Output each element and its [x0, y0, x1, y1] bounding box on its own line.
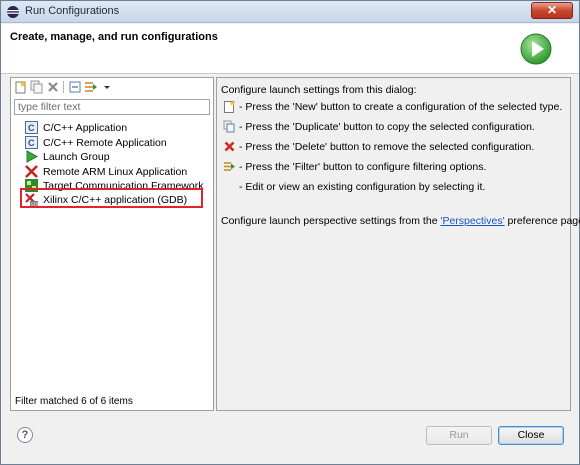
c-remote-icon: C — [25, 136, 38, 149]
filter-input[interactable] — [14, 99, 210, 115]
xilinx-arm-icon — [25, 165, 38, 178]
title-bar: Run Configurations ✕ — [1, 1, 579, 23]
hint-text: - Edit or view an existing configuration… — [239, 180, 486, 193]
new-config-icon[interactable] — [14, 80, 28, 94]
run-configurations-window: Run Configurations ✕ Create, manage, and… — [0, 0, 580, 465]
run-icon — [520, 33, 552, 65]
svg-text:C: C — [28, 138, 35, 148]
perspectives-suffix: preference page. — [504, 215, 580, 227]
duplicate-icon — [223, 120, 235, 133]
toolbar-separator — [63, 81, 64, 93]
hint-duplicate: - Press the 'Duplicate' button to copy t… — [223, 119, 535, 134]
tree-item-label: C/C++ Remote Application — [43, 136, 167, 149]
filter-icon[interactable] — [84, 80, 98, 94]
hint-new: - Press the 'New' button to create a con… — [223, 99, 562, 114]
tree-item-label: C/C++ Application — [43, 121, 128, 134]
perspectives-text: Configure launch perspective settings fr… — [221, 215, 580, 227]
eclipse-app-icon — [7, 6, 19, 18]
hint-edit: - Edit or view an existing configuration… — [223, 179, 485, 194]
intro-text: Configure launch settings from this dial… — [221, 84, 417, 96]
hint-filter: - Press the 'Filter' button to configure… — [223, 159, 486, 174]
blank-icon — [223, 180, 236, 193]
tree-item-label: Remote ARM Linux Application — [43, 165, 188, 178]
launch-group-icon — [26, 150, 38, 163]
dropdown-arrow-icon[interactable] — [100, 80, 114, 94]
configuration-list-panel: C C/C++ Application C C/C++ Remote Appli… — [10, 77, 214, 411]
hint-delete: - Press the 'Delete' button to remove th… — [223, 139, 534, 154]
tree-item-label: Launch Group — [43, 150, 110, 163]
delete-icon — [224, 141, 235, 152]
window-title: Run Configurations — [25, 5, 120, 17]
tree-item-c-application[interactable]: C C/C++ Application — [25, 120, 210, 135]
delete-icon[interactable] — [46, 80, 60, 94]
window-close-button[interactable]: ✕ — [531, 2, 573, 19]
close-button[interactable]: Close — [498, 426, 564, 445]
hint-text: - Press the 'Duplicate' button to copy t… — [239, 120, 535, 133]
tree-item-remote-arm-linux[interactable]: Remote ARM Linux Application — [25, 164, 210, 179]
perspectives-prefix: Configure launch perspective settings fr… — [221, 215, 441, 227]
new-icon — [224, 100, 236, 113]
svg-text:C: C — [28, 123, 35, 133]
perspectives-link[interactable]: 'Perspectives' — [440, 215, 504, 227]
tree-item-c-remote-application[interactable]: C C/C++ Remote Application — [25, 135, 210, 150]
c-app-icon: C — [25, 121, 38, 134]
hint-text: - Press the 'Filter' button to configure… — [239, 160, 487, 173]
highlight-annotation — [20, 188, 203, 208]
hint-text: - Press the 'New' button to create a con… — [239, 100, 563, 113]
collapse-all-icon[interactable] — [68, 80, 82, 94]
run-button[interactable]: Run — [426, 426, 492, 445]
tree-item-launch-group[interactable]: Launch Group — [25, 149, 210, 164]
config-toolbar — [11, 78, 213, 96]
help-button[interactable]: ? — [17, 427, 33, 443]
page-title: Create, manage, and run configurations — [10, 31, 218, 43]
filter-status: Filter matched 6 of 6 items — [15, 396, 133, 407]
filter-icon — [224, 162, 235, 171]
hint-text: - Press the 'Delete' button to remove th… — [239, 140, 535, 153]
configuration-detail-panel: Configure launch settings from this dial… — [216, 77, 580, 411]
duplicate-icon[interactable] — [30, 80, 44, 94]
header-banner: Create, manage, and run configurations — [1, 24, 579, 74]
